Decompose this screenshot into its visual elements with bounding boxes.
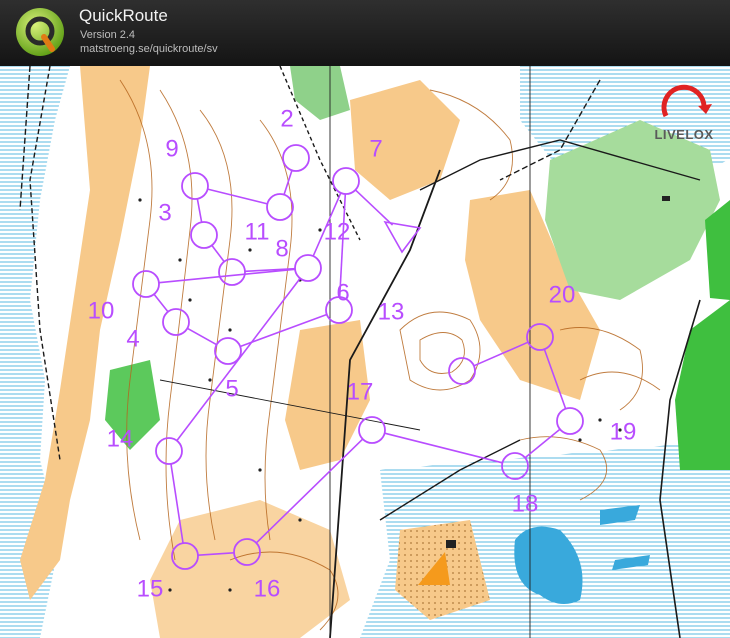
- orienteering-map[interactable]: 2 3 4 5 6 7 8 9 10 11 12 13 14 15 16 17 18 19 20 LIVELOX: [0, 66, 730, 638]
- livelox-logo-icon: [661, 84, 712, 118]
- control-number-14: 14: [107, 425, 134, 452]
- control-number-17: 17: [347, 378, 374, 405]
- control-number-9: 9: [165, 135, 178, 162]
- control-number-16: 16: [254, 575, 281, 602]
- control-number-4: 4: [126, 325, 139, 352]
- app-header: QuickRoute Version 2.4 matstroeng.se/qui…: [0, 0, 730, 67]
- app-version: Version 2.4: [80, 29, 136, 41]
- livelox-text: LIVELOX: [654, 127, 714, 142]
- app-title: QuickRoute: [79, 6, 168, 25]
- control-number-13: 13: [378, 298, 405, 325]
- map-canvas: 2 3 4 5 6 7 8 9 10 11 12 13 14 15 16 17 18 19 20: [0, 66, 730, 638]
- control-number-19: 19: [610, 418, 637, 445]
- app-url[interactable]: matstroeng.se/quickroute/sv: [80, 43, 218, 55]
- control-number-20: 20: [549, 281, 576, 308]
- control-number-18: 18: [512, 490, 539, 517]
- control-number-12: 12: [324, 218, 351, 245]
- control-number-15: 15: [137, 575, 164, 602]
- quickroute-logo-icon: [16, 8, 64, 56]
- control-number-2: 2: [280, 105, 293, 132]
- control-number-11: 11: [245, 218, 270, 245]
- control-number-5: 5: [225, 375, 238, 402]
- control-number-3: 3: [158, 199, 171, 226]
- control-number-10: 10: [88, 297, 115, 324]
- control-number-8: 8: [275, 235, 288, 262]
- control-number-7: 7: [369, 135, 382, 162]
- control-number-6: 6: [336, 279, 349, 306]
- livelox-watermark: LIVELOX: [646, 80, 722, 142]
